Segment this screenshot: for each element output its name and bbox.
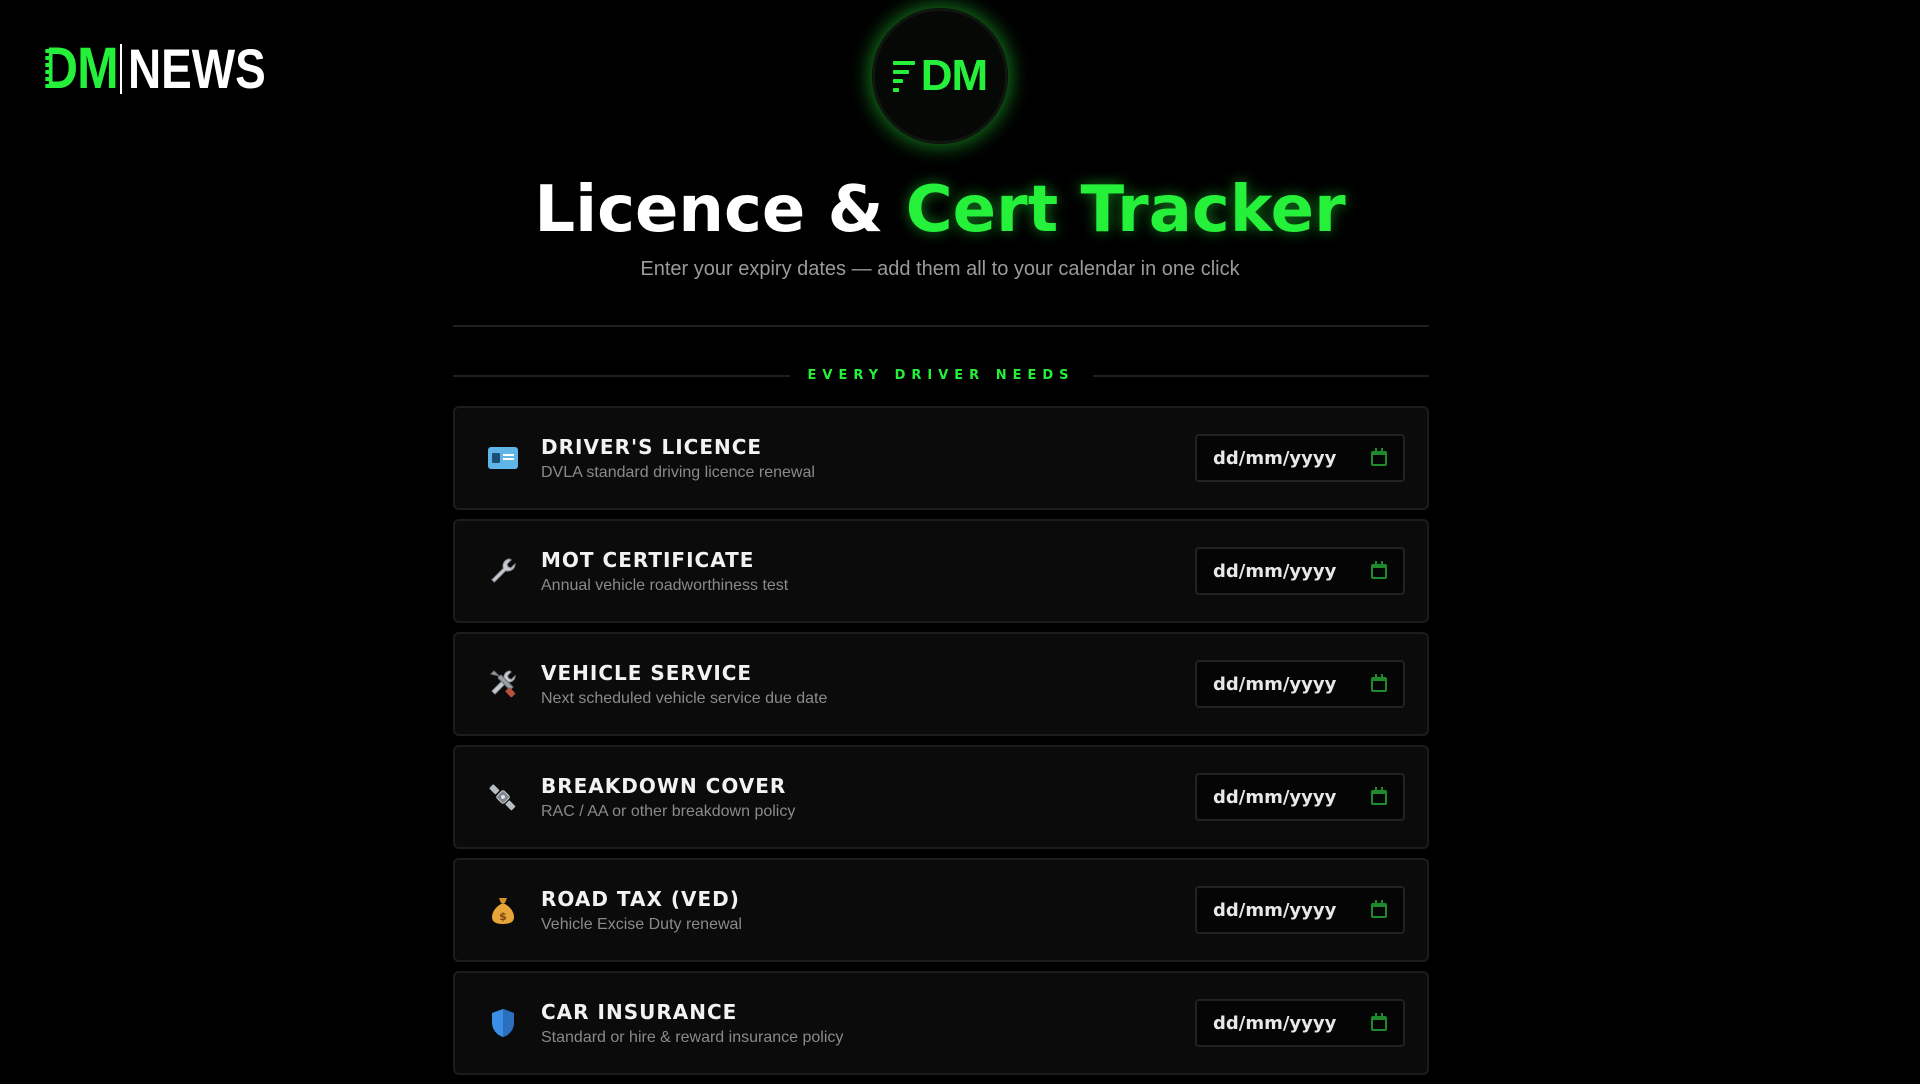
card-title: CAR INSURANCE bbox=[541, 999, 738, 1024]
expiry-date-input[interactable]: dd/mm/yyyy bbox=[1195, 886, 1405, 934]
brand-divider bbox=[120, 44, 123, 94]
title-green-part: Cert Tracker bbox=[905, 173, 1346, 247]
title-white-part: Licence & bbox=[534, 173, 906, 247]
card-road-tax: $ ROAD TAX (VED) Vehicle Excise Duty ren… bbox=[453, 858, 1429, 962]
calendar-icon[interactable] bbox=[1371, 673, 1387, 692]
shield-icon bbox=[485, 1005, 521, 1041]
section-label: EVERY DRIVER NEEDS bbox=[807, 368, 1075, 383]
id-card-icon bbox=[485, 440, 521, 476]
card-drivers-licence: DRIVER'S LICENCE DVLA standard driving l… bbox=[453, 406, 1429, 510]
tools-icon bbox=[485, 666, 521, 702]
wrench-icon bbox=[485, 553, 521, 589]
date-placeholder[interactable]: dd/mm/yyyy bbox=[1213, 787, 1336, 808]
svg-text:$: $ bbox=[499, 910, 507, 923]
speed-lines-icon bbox=[892, 60, 915, 92]
section-line-right bbox=[1092, 374, 1430, 377]
expiry-date-input[interactable]: dd/mm/yyyy bbox=[1195, 434, 1405, 482]
card-description: RAC / AA or other breakdown policy bbox=[541, 802, 796, 820]
date-placeholder[interactable]: dd/mm/yyyy bbox=[1213, 561, 1336, 582]
date-placeholder[interactable]: dd/mm/yyyy bbox=[1213, 448, 1336, 469]
section-line-left bbox=[453, 374, 790, 377]
expiry-date-input[interactable]: dd/mm/yyyy bbox=[1195, 660, 1405, 708]
calendar-icon[interactable] bbox=[1371, 1012, 1387, 1031]
calendar-icon[interactable] bbox=[1371, 899, 1387, 918]
expiry-date-input[interactable]: dd/mm/yyyy bbox=[1195, 547, 1405, 595]
card-description: Standard or hire & reward insurance poli… bbox=[541, 1028, 844, 1046]
card-description: DVLA standard driving licence renewal bbox=[541, 463, 815, 481]
satellite-icon bbox=[485, 779, 521, 815]
date-placeholder[interactable]: dd/mm/yyyy bbox=[1213, 900, 1336, 921]
calendar-icon[interactable] bbox=[1371, 786, 1387, 805]
expiry-date-input[interactable]: dd/mm/yyyy bbox=[1195, 773, 1405, 821]
page-subtitle: Enter your expiry dates — add them all t… bbox=[640, 258, 1240, 280]
date-placeholder[interactable]: dd/mm/yyyy bbox=[1213, 1013, 1336, 1034]
card-vehicle-service: VEHICLE SERVICE Next scheduled vehicle s… bbox=[453, 632, 1429, 736]
tracker-list: DRIVER'S LICENCE DVLA standard driving l… bbox=[453, 406, 1429, 1084]
card-title: VEHICLE SERVICE bbox=[541, 660, 753, 685]
card-title: DRIVER'S LICENCE bbox=[541, 434, 763, 459]
card-breakdown-cover: BREAKDOWN COVER RAC / AA or other breakd… bbox=[453, 745, 1429, 849]
dm-news-logo[interactable]: DM NEWS bbox=[35, 36, 296, 101]
logo-text: DM bbox=[920, 51, 988, 100]
brand-news-text: NEWS bbox=[128, 37, 266, 100]
card-car-insurance: CAR INSURANCE Standard or hire & reward … bbox=[453, 971, 1429, 1075]
dm-circle-logo: DM bbox=[872, 8, 1008, 144]
brand-dm-text: DM bbox=[35, 36, 119, 101]
card-title: ROAD TAX (VED) bbox=[541, 886, 740, 911]
card-description: Next scheduled vehicle service due date bbox=[541, 689, 828, 707]
expiry-date-input[interactable]: dd/mm/yyyy bbox=[1195, 999, 1405, 1047]
calendar-icon[interactable] bbox=[1371, 447, 1387, 466]
card-description: Annual vehicle roadworthiness test bbox=[541, 576, 789, 594]
card-description: Vehicle Excise Duty renewal bbox=[541, 915, 742, 933]
date-placeholder[interactable]: dd/mm/yyyy bbox=[1213, 674, 1336, 695]
card-title: BREAKDOWN COVER bbox=[541, 773, 787, 798]
page-title: Licence & Cert Tracker bbox=[0, 172, 1880, 248]
money-bag-icon: $ bbox=[485, 892, 521, 928]
card-title: MOT CERTIFICATE bbox=[541, 547, 755, 572]
header-divider bbox=[453, 325, 1429, 327]
calendar-icon[interactable] bbox=[1371, 560, 1387, 579]
section-heading: EVERY DRIVER NEEDS bbox=[453, 368, 1430, 383]
card-mot-certificate: MOT CERTIFICATE Annual vehicle roadworth… bbox=[453, 519, 1429, 623]
